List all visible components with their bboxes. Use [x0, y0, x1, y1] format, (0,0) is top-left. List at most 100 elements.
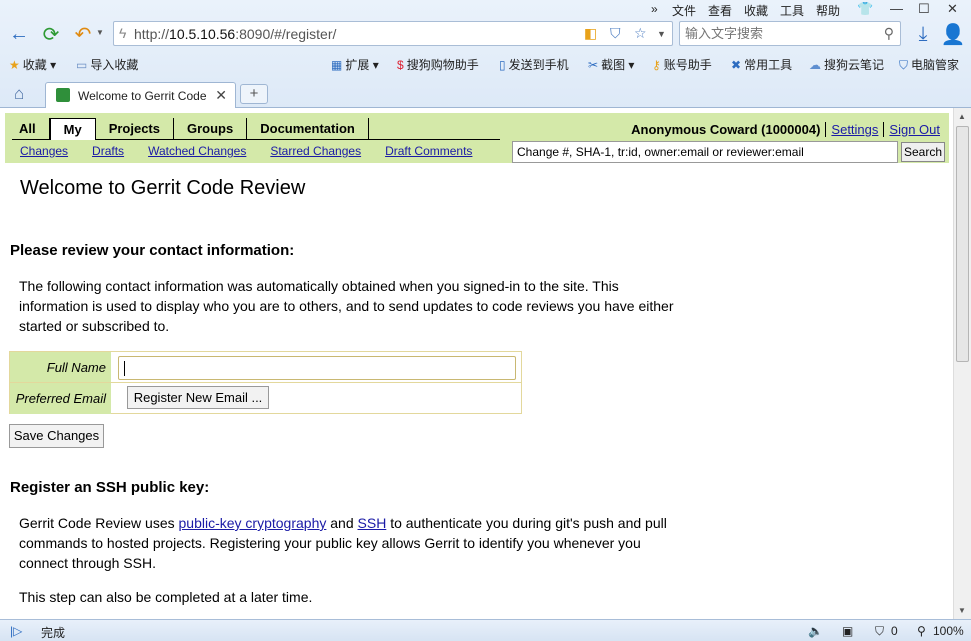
submenu-watched-changes[interactable]: Watched Changes: [148, 144, 246, 158]
bookmark-shopping[interactable]: $ 搜狗购物助手: [397, 56, 479, 73]
page-title: Welcome to Gerrit Code Review: [20, 177, 306, 199]
bookmark-cloud-notes[interactable]: ☁ 搜狗云笔记: [809, 56, 884, 73]
bookmark-import[interactable]: ▭ 导入收藏: [76, 56, 138, 73]
full-name-row: Full Name: [10, 352, 521, 383]
menu-projects[interactable]: Projects: [96, 118, 174, 140]
close-window-icon[interactable]: ✕: [947, 1, 958, 17]
search-input[interactable]: [685, 22, 875, 44]
scroll-up-icon[interactable]: ▲: [958, 112, 966, 121]
page-viewport: All My Projects Groups Documentation Cha…: [0, 108, 971, 619]
phone-icon: ▯: [499, 58, 506, 72]
search-icon[interactable]: ⚲: [884, 25, 894, 42]
zoom-icon[interactable]: ⚲: [917, 624, 926, 638]
status-text: 完成: [41, 626, 66, 640]
shield-icon[interactable]: ⛉: [610, 25, 621, 42]
preferred-email-row: Preferred Email Register New Email ...: [10, 383, 521, 414]
zoom-level[interactable]: 100%: [933, 624, 964, 638]
status-bar: |▷ 完成 🔈 ▣ ⛉ 0 ⚲ 100%: [0, 619, 971, 641]
menu-favorites[interactable]: 收藏: [744, 2, 768, 19]
contact-description: The following contact information was au…: [19, 278, 674, 334]
register-new-email-button[interactable]: Register New Email ...: [127, 386, 269, 409]
bookmark-screenshot[interactable]: ✂ 截图 ▾: [588, 56, 634, 73]
url-dropdown-icon[interactable]: ▼: [657, 29, 666, 39]
sign-out-link[interactable]: Sign Out: [883, 122, 940, 137]
public-key-link[interactable]: public-key cryptography: [179, 515, 327, 531]
download-icon[interactable]: ⤓: [910, 22, 936, 46]
user-icon[interactable]: 👤: [940, 22, 966, 46]
search-box[interactable]: ⚲: [679, 21, 901, 46]
contact-info-table: Full Name Preferred Email Register New E…: [9, 351, 522, 414]
submenu-changes[interactable]: Changes: [20, 144, 68, 158]
scroll-thumb[interactable]: [956, 126, 969, 362]
save-changes-button[interactable]: Save Changes: [9, 424, 104, 448]
gerrit-header: All My Projects Groups Documentation Cha…: [5, 113, 949, 163]
home-icon[interactable]: ⌂: [14, 84, 24, 104]
more-menu-icon[interactable]: »: [651, 2, 658, 16]
undo-dropdown-icon[interactable]: ▼: [96, 28, 104, 37]
bookmark-account[interactable]: ⚷ 账号助手: [652, 56, 712, 73]
contact-heading: Please review your contact information:: [10, 242, 295, 259]
browser-chrome: » 文件 查看 收藏 工具 帮助 👕 — ☐ ✕ ← ⟳ ↶ ▼ ϟ http:…: [0, 0, 971, 109]
new-tab-button[interactable]: +: [240, 84, 268, 104]
text-caret: [124, 361, 125, 376]
user-name: Anonymous Coward (1000004): [631, 122, 827, 137]
vertical-scrollbar[interactable]: ▲ ▼: [953, 108, 971, 619]
star-icon[interactable]: ☆: [634, 25, 647, 42]
scissors-icon: ✂: [588, 58, 599, 72]
menu-tools[interactable]: 工具: [780, 2, 804, 19]
minimize-icon[interactable]: —: [890, 1, 903, 16]
grid-icon: ▦: [331, 58, 343, 72]
submenu-draft-comments[interactable]: Draft Comments: [385, 144, 472, 158]
bookmarks-bar: ★ 收藏 ▾ ▭ 导入收藏 ▦ 扩展 ▾ $ 搜狗购物助手 ▯ 发送到手机 ✂ 截图 ▾ ⚷…: [0, 52, 971, 76]
ssh-description: Gerrit Code Review uses public-key crypt…: [19, 515, 667, 571]
menu-help[interactable]: 帮助: [816, 2, 840, 19]
adblock-icon[interactable]: ⛉: [875, 624, 884, 639]
settings-link[interactable]: Settings: [826, 122, 883, 137]
undo-icon[interactable]: ↶: [70, 22, 96, 46]
full-name-label: Full Name: [10, 352, 111, 382]
tab-gerrit[interactable]: Welcome to Gerrit Code Review ✕: [45, 82, 236, 109]
tab-title: Welcome to Gerrit Code Review: [78, 89, 206, 103]
top-menu: All My Projects Groups Documentation: [12, 118, 500, 140]
user-bar: Anonymous Coward (1000004) Settings Sign…: [631, 122, 940, 137]
refresh-icon[interactable]: ⟳: [38, 22, 64, 46]
address-text[interactable]: http://10.5.10.56:8090/#/register/: [134, 26, 336, 42]
bookmark-send-phone[interactable]: ▯ 发送到手机: [499, 56, 569, 73]
cloud-icon: ☁: [809, 58, 821, 72]
change-search-input[interactable]: Change #, SHA-1, tr:id, owner:email or r…: [512, 141, 898, 163]
menu-groups[interactable]: Groups: [174, 118, 248, 140]
address-bar[interactable]: ϟ http://10.5.10.56:8090/#/register/ ◧ ⛉…: [113, 21, 673, 46]
sidebar-toggle-icon[interactable]: |▷: [10, 624, 22, 638]
search-button[interactable]: Search: [901, 142, 945, 162]
skin-icon[interactable]: 👕: [857, 1, 873, 17]
menu-file[interactable]: 文件: [672, 2, 696, 19]
key-icon: ⚷: [652, 58, 661, 72]
tab-row: ⌂ Welcome to Gerrit Code Review ✕ +: [0, 80, 971, 109]
maximize-icon[interactable]: ☐: [918, 1, 930, 17]
navigation-row: ← ⟳ ↶ ▼ ϟ http://10.5.10.56:8090/#/regis…: [0, 20, 971, 48]
menu-view[interactable]: 查看: [708, 2, 732, 19]
menu-my[interactable]: My: [49, 118, 96, 140]
menu-documentation[interactable]: Documentation: [247, 118, 369, 140]
ssh-heading: Register an SSH public key:: [10, 479, 210, 496]
bookmark-pc-manager[interactable]: ⛉ 电脑管家: [899, 56, 959, 73]
toolbox-icon[interactable]: ▣: [842, 624, 853, 638]
bookmark-extensions[interactable]: ▦ 扩展 ▾: [331, 56, 379, 73]
compat-mode-icon[interactable]: ◧: [584, 25, 597, 42]
close-tab-icon[interactable]: ✕: [215, 87, 227, 104]
ssh-link[interactable]: SSH: [358, 515, 387, 531]
lightning-icon: ϟ: [119, 25, 127, 41]
wrench-icon: ✖: [731, 58, 742, 72]
preferred-email-label: Preferred Email: [10, 383, 111, 414]
shield-icon: ⛉: [899, 58, 909, 72]
bookmark-tools[interactable]: ✖ 常用工具: [731, 56, 792, 73]
submenu-starred-changes[interactable]: Starred Changes: [270, 144, 361, 158]
volume-icon[interactable]: 🔈: [808, 624, 823, 638]
later-note: This step can also be completed at a lat…: [19, 589, 313, 605]
back-icon[interactable]: ←: [6, 22, 32, 46]
menu-all[interactable]: All: [12, 118, 50, 140]
full-name-field[interactable]: [118, 356, 516, 380]
submenu-drafts[interactable]: Drafts: [92, 144, 124, 158]
bookmark-favorites[interactable]: ★ 收藏 ▾: [9, 56, 56, 73]
scroll-down-icon[interactable]: ▼: [958, 606, 966, 615]
